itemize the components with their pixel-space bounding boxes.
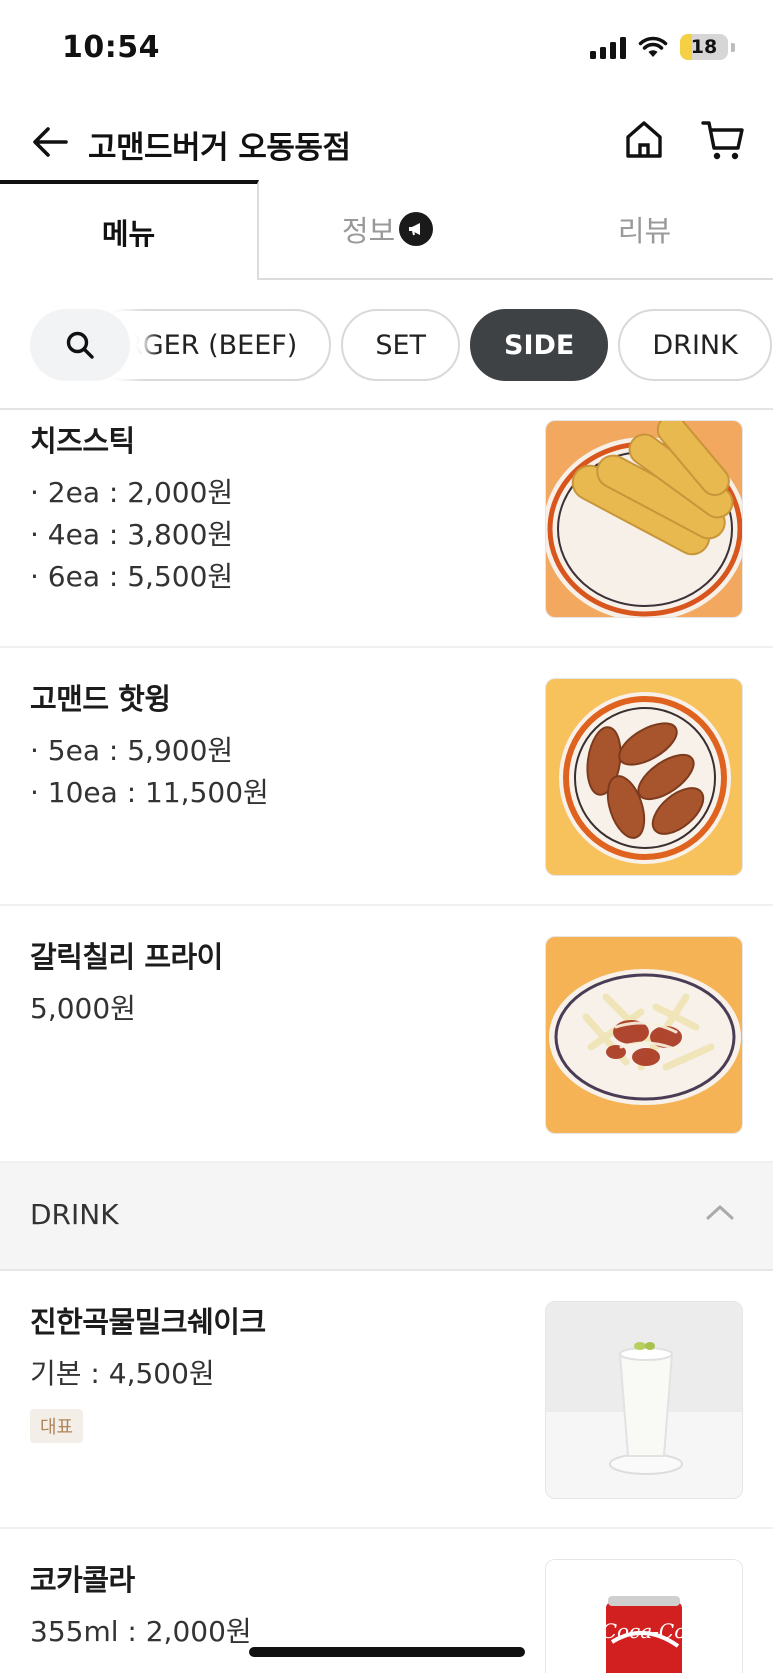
back-button[interactable]	[30, 122, 70, 162]
item-price: · 2ea : 2,000원	[30, 476, 234, 509]
collapse-toggle[interactable]	[705, 1203, 735, 1225]
cart-button[interactable]	[700, 118, 746, 162]
coca-cola-image: Coca-Co	[545, 1559, 743, 1673]
status-bar: 10:54 18	[0, 0, 773, 100]
menu-item-garlic-chili-fries[interactable]: 갈릭칠리 프라이 5,000원	[0, 906, 773, 1163]
chips-track: RGER (BEEF) SET SIDE DRINK	[90, 309, 772, 381]
item-name: 갈릭칠리 프라이	[30, 940, 223, 974]
tab-info-label: 정보	[341, 214, 396, 248]
home-button[interactable]	[622, 118, 666, 162]
menu-item-cheese-stick[interactable]: 치즈스틱 · 2ea : 2,000원 · 4ea : 3,800원 · 6ea…	[0, 412, 773, 648]
tab-reviews-label: 리뷰	[617, 214, 672, 248]
item-price: · 5ea : 5,900원	[30, 734, 234, 767]
item-name: 진한곡물밀크쉐이크	[30, 1305, 266, 1339]
item-price: · 6ea : 5,500원	[30, 560, 234, 593]
chevron-up-icon	[706, 1205, 734, 1220]
item-name: 코카콜라	[30, 1563, 135, 1597]
battery-level: 18	[690, 36, 718, 58]
milkshake-image	[545, 1301, 743, 1499]
item-name: 고맨드 핫윙	[30, 682, 171, 716]
item-price: 기본 : 4,500원	[30, 1357, 215, 1390]
tab-bar: 메뉴 정보 리뷰	[0, 180, 773, 280]
status-icons: 18	[590, 34, 735, 60]
item-price: 5,000원	[30, 992, 136, 1025]
section-title: DRINK	[30, 1198, 119, 1231]
tab-info[interactable]: 정보	[259, 180, 516, 280]
tab-menu[interactable]: 메뉴	[0, 180, 259, 280]
status-time: 10:54	[62, 30, 160, 65]
cart-icon	[701, 121, 744, 160]
chip-side[interactable]: SIDE	[470, 309, 609, 381]
wifi-icon	[638, 36, 668, 57]
menu-item-grain-milkshake[interactable]: 진한곡물밀크쉐이크 기본 : 4,500원 대표	[0, 1271, 773, 1529]
chip-drink[interactable]: DRINK	[618, 309, 772, 381]
menu-item-hot-wing[interactable]: 고맨드 핫윙 · 5ea : 5,900원 · 10ea : 11,500원	[0, 648, 773, 906]
item-name: 치즈스틱	[30, 424, 135, 458]
garlic-chili-fries-image	[545, 936, 743, 1134]
arrow-left-icon	[33, 127, 68, 157]
home-icon	[626, 121, 662, 158]
cheese-stick-image	[545, 420, 743, 618]
store-title: 고맨드버거 오동동점	[88, 130, 351, 166]
signature-badge: 대표	[30, 1409, 84, 1443]
item-price: · 4ea : 3,800원	[30, 518, 234, 551]
item-price: 355ml : 2,000원	[30, 1615, 252, 1648]
battery-icon: 18	[680, 34, 728, 60]
megaphone-icon	[399, 212, 434, 246]
search-icon	[66, 331, 94, 359]
hot-wing-image	[545, 678, 743, 876]
svg-text:Coca-Co: Coca-Co	[602, 1619, 687, 1643]
cellular-signal-icon	[590, 35, 626, 59]
category-chips: RGER (BEEF) SET SIDE DRINK	[0, 280, 773, 410]
tab-reviews[interactable]: 리뷰	[516, 180, 773, 280]
tab-menu-label: 메뉴	[101, 217, 156, 251]
drink-section-header[interactable]: DRINK	[0, 1163, 773, 1271]
home-indicator	[249, 1647, 525, 1657]
app-header: 고맨드버거 오동동점	[0, 110, 773, 178]
item-price: · 10ea : 11,500원	[30, 776, 269, 809]
chip-set[interactable]: SET	[341, 309, 461, 381]
category-search-button[interactable]	[30, 309, 130, 381]
